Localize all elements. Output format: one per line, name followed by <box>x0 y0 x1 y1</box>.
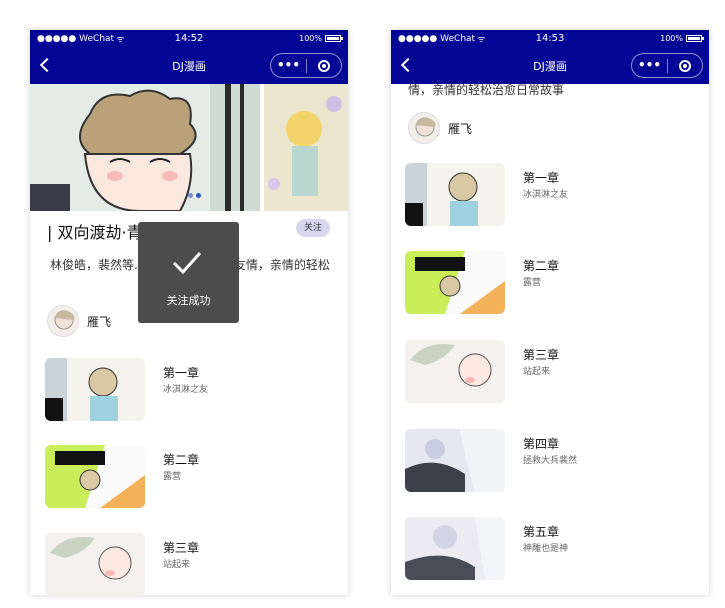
list-item[interactable]: 第一章 冰淇淋之友 <box>45 358 335 423</box>
chapter-subtitle: 冰淇淋之友 <box>523 190 569 200</box>
author-row[interactable]: 雁飞 <box>47 305 111 337</box>
chapter-subtitle: 拯救大兵裴然 <box>523 456 578 466</box>
more-icon[interactable]: ••• <box>632 54 667 77</box>
phone-screen-right: ●●●●● WeChat ᯤ 14:53 100% DJ漫画 ••• 情，亲情的… <box>391 30 709 595</box>
page-title: DJ漫画 <box>533 59 567 73</box>
chapter-thumbnail <box>45 445 145 508</box>
more-icon[interactable]: ••• <box>271 54 306 77</box>
avatar <box>47 305 79 337</box>
avatar <box>408 112 440 144</box>
checkmark-icon <box>172 251 202 275</box>
battery-status: 100% <box>299 34 343 43</box>
carrier-text: ●●●●● WeChat <box>398 33 476 44</box>
carrier-text: ●●●●● WeChat <box>37 33 115 44</box>
back-icon[interactable] <box>399 56 413 74</box>
chapter-subtitle: 站起来 <box>523 367 551 377</box>
mini-program-capsule: ••• <box>631 53 703 78</box>
chapter-thumbnail <box>405 429 505 492</box>
chapter-subtitle: 站起来 <box>163 560 191 570</box>
mini-program-capsule: ••• <box>270 53 342 78</box>
list-item[interactable]: 第二章 露营 <box>405 251 695 316</box>
list-item[interactable]: 第二章 露营 <box>45 445 335 510</box>
toast-text: 关注成功 <box>166 294 211 307</box>
carousel-dot <box>188 193 193 198</box>
chapter-thumbnail <box>405 163 505 226</box>
chapter-title: 第一章 <box>163 366 200 380</box>
banner-carousel[interactable] <box>30 84 348 211</box>
banner-image-2[interactable] <box>264 84 348 211</box>
battery-percent: 100% <box>660 34 683 43</box>
comic-title: | 双向渡劫·青 <box>47 223 143 242</box>
chapter-title: 第一章 <box>523 171 560 185</box>
chapter-title: 第五章 <box>523 525 560 539</box>
chapter-thumbnail <box>45 358 145 421</box>
chapter-thumbnail <box>405 517 505 580</box>
battery-icon <box>686 35 704 42</box>
chapter-subtitle: 露营 <box>523 278 542 288</box>
chapter-thumbnail <box>45 533 145 595</box>
author-name: 雁飞 <box>87 314 112 329</box>
chapter-subtitle: 冰淇淋之友 <box>163 385 209 395</box>
list-item[interactable]: 第一章 冰淇淋之友 <box>405 163 695 228</box>
phone-screen-left: ●●●●● WeChat ᯤ 14:52 100% DJ漫画 ••• | 双向渡… <box>30 30 348 595</box>
close-miniprogram-icon[interactable] <box>307 59 341 72</box>
chapter-title: 第二章 <box>163 453 200 467</box>
wifi-icon: ᯤ <box>116 35 125 45</box>
toast-follow-success: 关注成功 <box>138 222 239 323</box>
comic-description-tail: 情，亲情的轻松治愈日常故事 <box>408 83 565 97</box>
back-icon[interactable] <box>38 56 52 74</box>
banner-image-1[interactable] <box>30 84 260 211</box>
nav-bar: DJ漫画 ••• <box>391 47 709 84</box>
author-row[interactable]: 雁飞 <box>408 112 472 144</box>
list-item[interactable]: 第五章 神雕也是神 <box>405 517 695 582</box>
chapter-thumbnail <box>405 340 505 403</box>
chapter-subtitle: 神雕也是神 <box>523 544 569 554</box>
carousel-indicator <box>188 193 201 198</box>
close-miniprogram-icon[interactable] <box>668 59 702 72</box>
battery-icon <box>325 35 343 42</box>
chapter-thumbnail <box>405 251 505 314</box>
chapter-subtitle: 露营 <box>163 472 182 482</box>
carousel-dot-active <box>196 193 201 198</box>
wifi-icon: ᯤ <box>477 35 486 45</box>
carrier-label: ●●●●● WeChat ᯤ <box>398 32 486 46</box>
status-bar: ●●●●● WeChat ᯤ 14:53 100% <box>391 30 709 47</box>
nav-bar: DJ漫画 ••• <box>30 47 348 84</box>
carrier-label: ●●●●● WeChat ᯤ <box>37 32 125 46</box>
chapter-title: 第四章 <box>523 437 560 451</box>
list-item[interactable]: 第三章 站起来 <box>45 533 335 595</box>
chapter-title: 第二章 <box>523 259 560 273</box>
page-title: DJ漫画 <box>172 59 206 73</box>
author-name: 雁飞 <box>448 121 473 136</box>
list-item[interactable]: 第三章 站起来 <box>405 340 695 405</box>
follow-button[interactable]: 关注 <box>296 219 330 237</box>
list-item[interactable]: 第四章 拯救大兵裴然 <box>405 429 695 494</box>
chapter-title: 第三章 <box>523 348 560 362</box>
chapter-title: 第三章 <box>163 541 200 555</box>
battery-status: 100% <box>660 34 704 43</box>
battery-percent: 100% <box>299 34 322 43</box>
status-bar: ●●●●● WeChat ᯤ 14:52 100% <box>30 30 348 47</box>
